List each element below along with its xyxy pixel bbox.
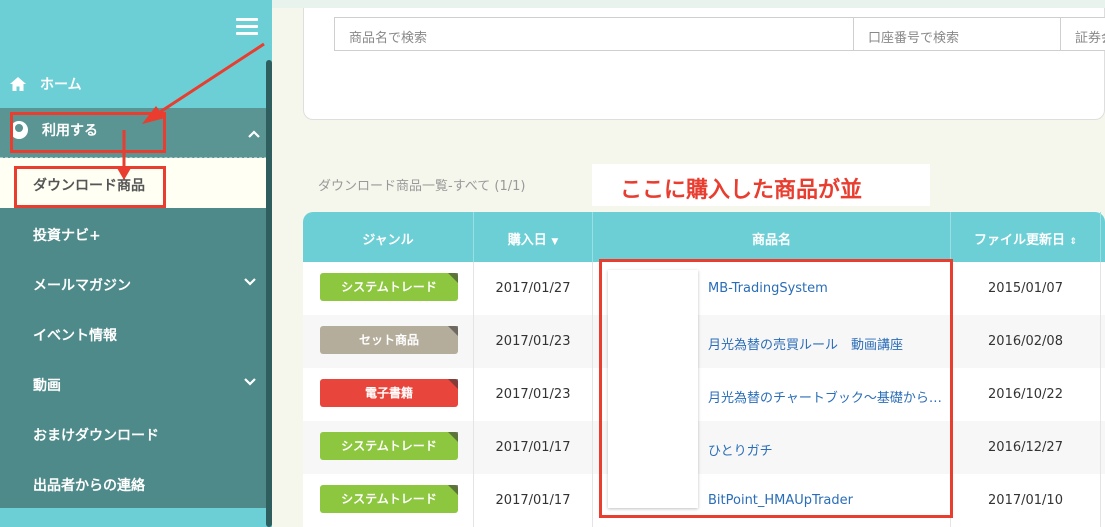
column-header-purchase-date[interactable]: 購入日 ▼ [474, 212, 593, 262]
sidebar-item-label: メールマガジン [33, 278, 131, 294]
file-updated-date: 2015/01/07 [988, 281, 1063, 296]
sidebar-item-mail-magazine[interactable]: メールマガジン [0, 258, 266, 308]
menu-icon[interactable] [236, 18, 258, 36]
genre-badge: セット商品 [320, 326, 458, 354]
genre-badge: システムトレード [320, 273, 458, 301]
home-icon [10, 77, 26, 91]
annotation-highlight-products [599, 259, 953, 518]
genre-badge: システムトレード [320, 485, 458, 513]
top-strip [272, 0, 1105, 8]
sidebar-item-events[interactable]: イベント情報 [0, 308, 266, 358]
sidebar-item-label: イベント情報 [33, 328, 117, 344]
annotation-highlight-download [14, 166, 166, 208]
sidebar-item-label: ホーム [40, 77, 82, 93]
sidebar-item-label: 出品者からの連絡 [33, 478, 145, 494]
sidebar-item-seller-contact[interactable]: 出品者からの連絡 [0, 458, 266, 508]
sidebar-item-label: 動画 [33, 378, 61, 394]
genre-badge: システムトレード [320, 432, 458, 460]
sidebar-item-toushi-navi[interactable]: 投資ナビ+ [0, 208, 266, 258]
chevron-up-icon[interactable] [248, 128, 260, 140]
purchase-date: 2017/01/23 [495, 334, 571, 349]
file-updated-date: 2017/01/10 [988, 493, 1063, 508]
sort-icon: ⇕ [1069, 237, 1078, 247]
table-header: ジャンル 購入日 ▼ 商品名 ファイル更新日 ⇕ [303, 212, 1105, 262]
sidebar-item-bonus-download[interactable]: おまけダウンロード [0, 408, 266, 458]
file-updated-date: 2016/02/08 [988, 334, 1063, 349]
genre-badge: 電子書籍 [320, 379, 458, 407]
column-header-genre: ジャンル [303, 212, 474, 262]
column-header-file-updated[interactable]: ファイル更新日 ⇕ [951, 212, 1101, 262]
purchase-date: 2017/01/17 [495, 440, 571, 455]
sidebar-scrollbar[interactable] [266, 60, 272, 527]
sidebar: ホーム 利用する ダウンロード商品 投資ナビ+ メールマガジン イベント情報 動… [0, 0, 272, 527]
sort-down-icon: ▼ [551, 237, 559, 247]
sidebar-item-home[interactable]: ホーム [10, 72, 82, 96]
account-search-input[interactable]: 口座番号で検索 [853, 17, 1061, 51]
purchase-date: 2017/01/17 [495, 493, 571, 508]
chevron-down-icon[interactable] [244, 276, 256, 288]
sidebar-item-label: 投資ナビ+ [33, 228, 101, 244]
search-panel: 商品名で検索 口座番号で検索 証券会 [303, 8, 1105, 120]
sidebar-item-next[interactable] [0, 508, 272, 527]
file-updated-date: 2016/10/22 [988, 387, 1063, 402]
sidebar-item-videos[interactable]: 動画 [0, 358, 266, 408]
sidebar-item-label: おまけダウンロード [33, 428, 159, 444]
broker-search-input[interactable]: 証券会 [1060, 17, 1105, 51]
chevron-down-icon[interactable] [244, 376, 256, 388]
annotation-callout: ここに購入した商品が並 [592, 164, 930, 206]
list-title: ダウンロード商品一覧-すべて (1/1) [318, 179, 526, 194]
file-updated-date: 2016/12/27 [988, 440, 1063, 455]
column-header-product-name: 商品名 [593, 212, 951, 262]
annotation-highlight-riyou [10, 112, 166, 153]
purchase-date: 2017/01/27 [495, 281, 571, 296]
purchase-date: 2017/01/23 [495, 387, 571, 402]
product-search-input[interactable]: 商品名で検索 [334, 17, 854, 51]
